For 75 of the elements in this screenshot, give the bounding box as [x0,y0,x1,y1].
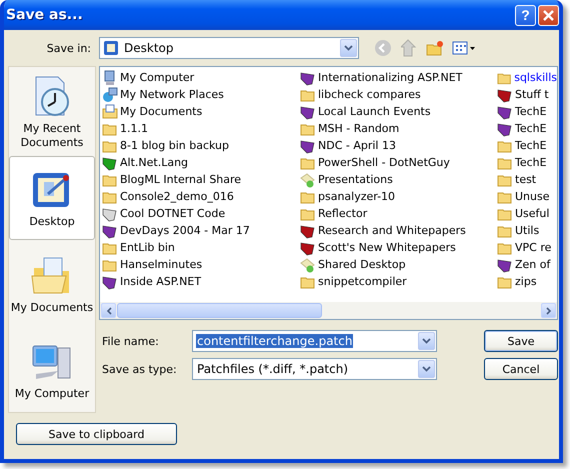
file-item[interactable]: DevDays 2004 - Mar 17 [120,224,250,237]
file-name-field[interactable]: contentfilterchange.patch [192,330,437,352]
file-item[interactable]: VPC re [515,241,552,254]
file-item[interactable]: Inside ASP.NET [120,275,202,288]
file-item[interactable]: TechE [515,139,547,152]
help-button[interactable]: ? [515,4,536,26]
save-in-label: Save in: [46,42,92,54]
file-item[interactable]: zips [515,275,537,288]
file-item[interactable]: Console2_demo_016 [120,190,234,203]
file-item[interactable]: Scott's New Whitepapers [318,241,456,254]
file-item[interactable]: Utils [515,224,540,237]
save-as-type-label: Save as type: [101,362,178,376]
file-item[interactable]: Unuse [515,190,550,203]
file-item[interactable]: test [515,173,536,186]
scroll-right-button[interactable] [541,303,556,318]
file-item[interactable]: snippetcompiler [318,275,407,288]
file-item[interactable]: NDC - April 13 [318,139,396,152]
scrollbar-thumb[interactable] [117,303,322,318]
dropdown-button[interactable] [418,332,435,350]
scroll-left-button[interactable] [101,303,116,318]
file-item[interactable]: Cool DOTNET Code [120,207,226,220]
cancel-button[interactable]: Cancel [484,358,558,380]
save-to-clipboard-button[interactable]: Save to clipboard [16,423,177,445]
places-item[interactable]: My Recent Documents [9,70,95,154]
network-icon [102,86,118,102]
file-item[interactable]: 1.1.1 [120,122,148,135]
dropdown-button[interactable] [418,360,435,378]
dropdown-button[interactable] [340,39,357,57]
shared-folder-icon [300,256,316,272]
desktop-icon [103,40,119,56]
file-item[interactable]: My Documents [120,105,202,118]
close-button[interactable] [538,4,559,26]
file-item[interactable]: EntLib bin [120,241,175,254]
caret-icon [422,338,431,344]
file-item[interactable]: Presentations [318,173,393,186]
save-in-dropdown[interactable]: Desktop [99,37,359,59]
file-type-dropdown[interactable]: Patchfiles (*.diff, *.patch) [192,358,437,380]
file-item[interactable]: 8-1 blog bin backup [120,139,229,152]
file-item[interactable]: Alt.Net.Lang [120,156,188,169]
shared-folder-icon [300,172,316,188]
file-name-label: File name: [101,334,160,348]
horizontal-scrollbar[interactable] [100,302,557,319]
file-item[interactable]: Internationalizing ASP.NET [318,71,462,84]
up-arrow-icon [401,39,417,57]
file-item[interactable]: TechE [515,156,547,169]
file-item[interactable]: Reflector [318,207,368,220]
file-item[interactable]: PowerShell - DotNetGuy [318,156,450,169]
new-folder-button[interactable] [425,38,445,58]
file-item[interactable]: Local Launch Events [318,105,431,118]
file-item[interactable]: libcheck compares [318,88,421,101]
file-item[interactable]: psanalyzer-10 [318,190,396,203]
new-folder-icon [426,40,444,56]
file-item[interactable]: sqlskills [514,71,557,84]
file-item[interactable]: Research and Whitepapers [318,224,466,237]
places-item[interactable]: Desktop [9,156,95,240]
places-item[interactable]: My Documents [9,242,95,326]
file-item[interactable]: Hanselminutes [120,258,202,271]
close-icon [543,10,554,20]
save-button[interactable]: Save [484,330,558,352]
file-item[interactable]: TechE [515,105,547,118]
file-item[interactable]: MSH - Random [318,122,400,135]
file-item[interactable]: My Network Places [120,88,224,101]
file-item[interactable]: My Computer [120,71,194,84]
documents-icon [102,104,118,120]
window-title: Save as... [6,7,84,23]
caret-icon [344,45,353,51]
file-item[interactable]: BlogML Internal Share [120,173,242,186]
file-item[interactable]: Shared Desktop [318,258,406,271]
view-grid-icon [452,41,476,55]
file-item[interactable]: Useful [515,207,550,220]
caret-icon [422,366,431,372]
file-item[interactable]: TechE [515,122,547,135]
file-item[interactable]: Zen of [515,258,550,271]
places-item[interactable]: My Computer [9,328,95,412]
file-item[interactable]: Stuff t [515,88,549,101]
